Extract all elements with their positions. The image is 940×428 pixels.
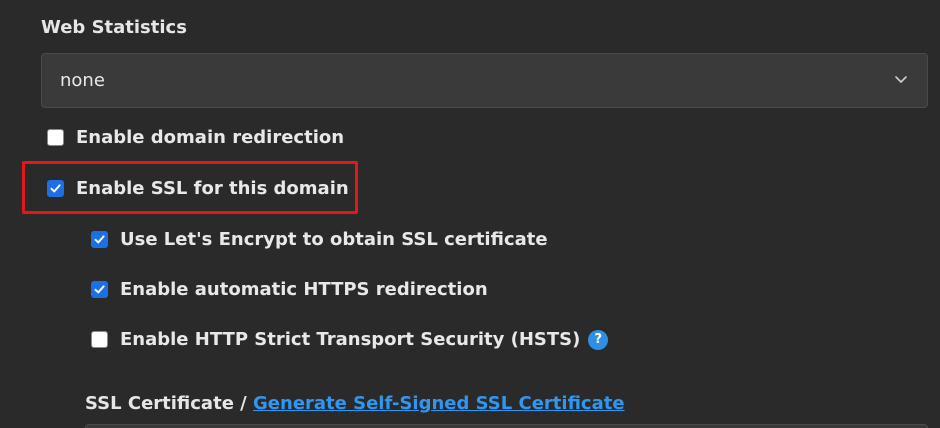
chevron-down-icon <box>895 76 907 83</box>
option-domain-redirection[interactable]: Enable domain redirection <box>47 127 344 148</box>
option-lets-encrypt[interactable]: Use Let's Encrypt to obtain SSL certific… <box>91 229 548 250</box>
web-statistics-label: Web Statistics <box>41 17 187 38</box>
option-hsts[interactable]: Enable HTTP Strict Transport Security (H… <box>91 329 609 350</box>
option-https-redirection[interactable]: Enable automatic HTTPS redirection <box>91 279 488 300</box>
lets-encrypt-checkbox[interactable] <box>91 231 108 248</box>
option-enable-ssl[interactable]: Enable SSL for this domain <box>47 178 349 199</box>
checkmark-icon <box>94 235 105 244</box>
domain-redirection-label: Enable domain redirection <box>76 127 345 148</box>
checkmark-icon <box>94 285 105 294</box>
help-icon[interactable]: ? <box>588 329 609 350</box>
domain-redirection-checkbox[interactable] <box>47 129 64 146</box>
enable-ssl-checkbox[interactable] <box>47 180 64 197</box>
https-redirection-checkbox[interactable] <box>91 281 108 298</box>
hsts-checkbox[interactable] <box>91 331 108 348</box>
web-statistics-selected-value: none <box>60 70 105 91</box>
hsts-label: Enable HTTP Strict Transport Security (H… <box>120 329 581 350</box>
checkmark-icon <box>50 184 61 193</box>
enable-ssl-label: Enable SSL for this domain <box>76 178 349 199</box>
ssl-certificate-select[interactable] <box>85 424 928 428</box>
https-redirection-label: Enable automatic HTTPS redirection <box>120 279 488 300</box>
ssl-certificate-separator: / <box>233 393 254 414</box>
lets-encrypt-label: Use Let's Encrypt to obtain SSL certific… <box>120 229 548 250</box>
ssl-certificate-line: SSL Certificate / Generate Self-Signed S… <box>85 393 625 414</box>
ssl-certificate-label: SSL Certificate <box>85 393 234 414</box>
generate-self-signed-ssl-link[interactable]: Generate Self-Signed SSL Certificate <box>253 393 625 414</box>
web-statistics-select[interactable]: none <box>41 53 928 108</box>
